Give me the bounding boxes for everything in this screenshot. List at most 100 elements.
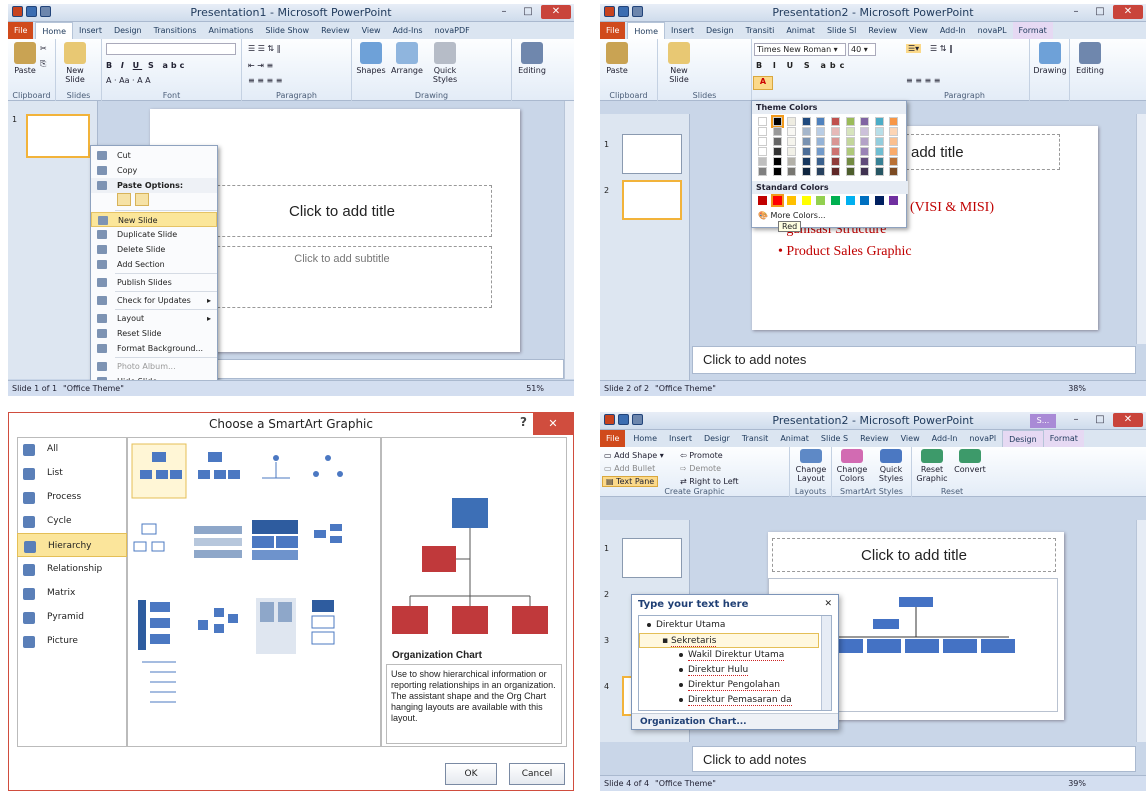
tab-slide-show[interactable]: Slide Show — [259, 22, 315, 39]
tab-slide-sl[interactable]: Slide Sl — [821, 22, 862, 39]
menu-item-layout[interactable]: Layout ▸ — [91, 311, 217, 326]
theme-color-swatch[interactable] — [845, 137, 855, 146]
save-icon[interactable] — [618, 6, 629, 17]
text-pane-button[interactable]: ▤ Text Pane — [602, 476, 659, 487]
paste-option-icon[interactable] — [135, 193, 149, 206]
tab-slide-s[interactable]: Slide S — [815, 430, 854, 447]
menu-item-photo-album[interactable]: Photo Album... — [91, 359, 217, 374]
tab-insert[interactable]: Insert — [663, 430, 698, 447]
theme-color-swatch[interactable] — [845, 157, 855, 166]
ok-button[interactable]: OK — [445, 763, 497, 785]
theme-color-swatch[interactable] — [770, 115, 784, 128]
theme-color-swatch[interactable] — [874, 167, 884, 176]
theme-color-swatch[interactable] — [816, 127, 826, 136]
standard-color-swatch[interactable] — [816, 196, 826, 205]
tab-format[interactable]: Format — [1043, 430, 1084, 447]
tab-novapl[interactable]: novaPL — [972, 22, 1013, 39]
font-color-row[interactable]: A · Aa · A A — [106, 76, 151, 85]
copy-icon[interactable]: ⎘ — [40, 59, 46, 69]
subtitle-placeholder[interactable]: Click to add subtitle — [192, 246, 492, 308]
menu-item-format-background[interactable]: Format Background... — [91, 341, 217, 356]
text-item[interactable]: Direktur Pemasaran da — [679, 693, 792, 708]
standard-color-swatch[interactable] — [758, 196, 767, 205]
theme-color-swatch[interactable] — [801, 157, 811, 166]
paste-button[interactable]: Paste — [604, 42, 630, 75]
category-cycle[interactable]: Cycle — [17, 509, 127, 533]
standard-color-swatch[interactable] — [831, 196, 840, 205]
theme-color-swatch[interactable] — [831, 167, 840, 176]
hierarchy-layout[interactable] — [141, 523, 157, 535]
tab-home[interactable]: Home — [627, 22, 666, 39]
text-pane-footer-link[interactable]: Organization Chart... — [632, 713, 838, 729]
horizontal-hierarchy-layout[interactable] — [314, 530, 326, 538]
promote-button[interactable]: ⇦ Promote — [680, 451, 723, 460]
undo-icon[interactable] — [632, 6, 643, 17]
theme-color-swatch[interactable] — [860, 147, 870, 156]
theme-color-swatch[interactable] — [758, 147, 767, 156]
theme-color-swatch[interactable] — [860, 117, 870, 126]
theme-color-swatch[interactable] — [816, 167, 826, 176]
theme-color-swatch[interactable] — [801, 117, 811, 126]
theme-color-swatch[interactable] — [860, 167, 870, 176]
bullets-icon[interactable]: ☰▾ — [906, 44, 922, 53]
align-icon[interactable]: ≡ ≡ ≡ ≡ — [906, 76, 940, 85]
close-button[interactable]: ✕ — [1113, 413, 1143, 427]
indent-icon[interactable]: ⇤ ⇥ ≡ — [248, 61, 273, 70]
tab-review[interactable]: Review — [862, 22, 903, 39]
shapes-button[interactable]: Shapes — [356, 42, 386, 75]
menu-item-reset-slide[interactable]: Reset Slide — [91, 326, 217, 341]
contextual-tab-group[interactable]: S... — [1030, 414, 1056, 428]
tab-home[interactable]: Home — [35, 22, 74, 39]
menu-item-copy[interactable]: Copy — [91, 163, 217, 178]
theme-color-swatch[interactable] — [860, 157, 870, 166]
lined-list-layout[interactable] — [312, 600, 334, 612]
org-box-top[interactable] — [899, 597, 933, 607]
standard-color-swatch[interactable] — [770, 194, 784, 207]
theme-color-swatch[interactable] — [874, 157, 884, 166]
theme-color-swatch[interactable] — [758, 157, 767, 166]
theme-color-swatch[interactable] — [772, 157, 782, 166]
theme-color-swatch[interactable] — [831, 157, 840, 166]
theme-color-swatch[interactable] — [772, 137, 782, 146]
tab-animations[interactable]: Animations — [202, 22, 259, 39]
theme-color-swatch[interactable] — [787, 147, 797, 156]
theme-color-swatch[interactable] — [831, 147, 840, 156]
title-placeholder[interactable]: Click to add title — [772, 538, 1056, 572]
horizontal-org-chart-layout[interactable] — [198, 620, 208, 630]
tab-animat[interactable]: Animat — [774, 430, 815, 447]
tab-novapl[interactable]: novaPl — [963, 430, 1002, 447]
more-colors-item[interactable]: 🎨 More Colors... — [758, 211, 826, 220]
tab-review[interactable]: Review — [854, 430, 895, 447]
arrange-button[interactable]: Arrange — [390, 42, 424, 75]
theme-color-swatch[interactable] — [801, 147, 811, 156]
paste-button[interactable]: Paste — [12, 42, 38, 75]
standard-color-swatch[interactable] — [860, 196, 870, 205]
text-item[interactable]: Wakil Direktur Utama — [679, 648, 785, 663]
theme-color-swatch[interactable] — [787, 117, 797, 126]
bullets-icon[interactable]: ☰ ☰ ⇅ ‖ — [248, 44, 281, 53]
theme-color-swatch[interactable] — [787, 127, 797, 136]
standard-color-swatch[interactable] — [889, 196, 899, 205]
category-pyramid[interactable]: Pyramid — [17, 605, 127, 629]
close-button[interactable]: ✕ — [1113, 5, 1143, 19]
category-relationship[interactable]: Relationship — [17, 557, 127, 581]
text-pane-scrollbar[interactable] — [821, 616, 831, 710]
change-colors-button[interactable]: Change Colors — [834, 449, 870, 483]
tab-view[interactable]: View — [903, 22, 934, 39]
theme-color-swatch[interactable] — [801, 127, 811, 136]
theme-color-swatch[interactable] — [889, 117, 899, 126]
theme-color-swatch[interactable] — [874, 137, 884, 146]
category-all[interactable]: All — [17, 437, 127, 461]
theme-color-swatch[interactable] — [889, 167, 899, 176]
add-bullet-button[interactable]: ▭ Add Bullet — [604, 464, 655, 473]
theme-color-swatch[interactable] — [845, 117, 855, 126]
zoom-level[interactable]: 39% — [1068, 779, 1086, 788]
theme-color-swatch[interactable] — [831, 117, 840, 126]
save-icon[interactable] — [618, 414, 629, 425]
add-shape-button[interactable]: ▭ Add Shape ▾ — [604, 451, 664, 460]
tab-home[interactable]: Home — [627, 430, 663, 447]
theme-color-swatch[interactable] — [874, 147, 884, 156]
menu-item-publish-slides[interactable]: Publish Slides — [91, 275, 217, 290]
maximize-button[interactable]: □ — [1089, 413, 1111, 427]
theme-color-swatch[interactable] — [787, 157, 797, 166]
